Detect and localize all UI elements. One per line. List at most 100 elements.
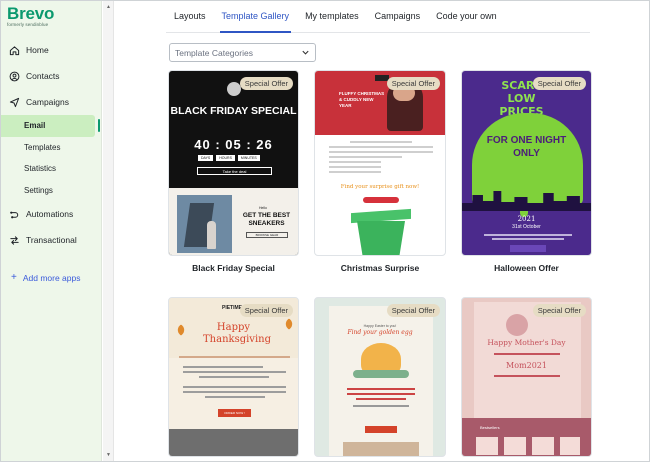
product-thumbnail: [476, 437, 498, 455]
campaign-tabs: Layouts Template Gallery My templates Ca…: [166, 0, 590, 33]
product-thumbnail: [504, 437, 526, 455]
template-card-christmas[interactable]: Special Offer FLUFFY CHRISTMAS & CUDDLY …: [314, 70, 446, 256]
sidebar-item-label: Home: [26, 45, 49, 55]
send-icon: [9, 97, 20, 108]
sidebar-item-label: Transactional: [26, 235, 77, 245]
template-categories-placeholder: Template Categories: [175, 47, 253, 58]
easter-button: [365, 426, 397, 433]
browse-gear-button: BROWSE GEAR: [246, 232, 288, 238]
brand-logo[interactable]: Brevo formerly sendinblue: [7, 4, 55, 28]
add-more-apps-label: Add more apps: [22, 272, 81, 283]
template-title[interactable]: Christmas Surprise: [314, 263, 446, 273]
body-text-line: [492, 238, 564, 240]
sidebar-item-transactional[interactable]: Transactional: [1, 227, 101, 253]
special-offer-badge: Special Offer: [386, 77, 440, 90]
flower-icon: [506, 314, 528, 336]
template-title[interactable]: Halloween Offer: [461, 263, 592, 273]
gift-button: [363, 197, 399, 203]
divider: [494, 353, 560, 355]
template-card-easter[interactable]: Special Offer Happy Easter to you! Find …: [314, 297, 446, 457]
promo-greeting: Hello: [259, 206, 267, 210]
template-heading: Happy Mother's Day: [487, 338, 566, 347]
template-heading: Find your golden egg: [347, 329, 413, 336]
sidebar-item-automations[interactable]: Automations: [1, 201, 101, 227]
product-thumbnail: [560, 437, 580, 455]
photo-person: [207, 221, 216, 249]
event-year: 2021: [517, 215, 536, 223]
take-deal-button: Take the deal: [197, 167, 272, 175]
plus-icon: +: [11, 272, 17, 283]
automations-icon: [9, 209, 20, 220]
footer-section: [169, 429, 298, 456]
add-more-apps-link[interactable]: + Add more apps: [11, 272, 81, 283]
gift-heading: Find your surprise gift now!: [340, 184, 420, 190]
easter-illustration-base: [353, 370, 409, 378]
countdown-unit: DAYS: [198, 155, 214, 161]
body-text-line: [484, 234, 572, 236]
template-card-halloween[interactable]: Special Offer SCARY LOW PRICES FOR ONE N…: [461, 70, 592, 256]
template-card-thanksgiving[interactable]: Special Offer PIETIME Happy Thanksgiving…: [168, 297, 299, 457]
special-offer-badge: Special Offer: [239, 77, 293, 90]
transactional-icon: [9, 235, 20, 246]
template-categories-select[interactable]: Template Categories: [169, 43, 316, 62]
template-heading: FLUFFY CHRISTMAS & CUDDLY NEW YEAR: [339, 91, 385, 108]
sidebar-scrollbar[interactable]: ▲ ▼: [103, 1, 114, 461]
countdown-units: DAYS HOURS MINUTES: [198, 155, 260, 161]
tab-template-gallery[interactable]: Template Gallery: [214, 0, 298, 33]
sidebar-item-label: Campaigns: [26, 97, 69, 107]
template-heading: Happy Thanksgiving: [203, 322, 271, 345]
special-offer-badge: Special Offer: [532, 77, 586, 90]
brand-logo-icon: [227, 82, 241, 96]
product-images: [343, 442, 419, 456]
body-text-lines: [329, 141, 433, 176]
tab-layouts[interactable]: Layouts: [166, 0, 214, 32]
special-offer-badge: Special Offer: [386, 304, 440, 317]
sidebar-item-contacts[interactable]: Contacts: [1, 63, 101, 89]
countdown-unit: HOURS: [216, 155, 235, 161]
countdown-unit: MINUTES: [237, 155, 260, 161]
sidebar-item-campaigns[interactable]: Campaigns: [1, 89, 101, 115]
sidebar-nav: Home Contacts Campaigns Email Templates …: [1, 37, 101, 253]
template-heading: BLACK FRIDAY SPECIAL: [170, 105, 297, 117]
countdown-timer: 40 : 05 : 26: [194, 137, 273, 152]
divider: [179, 356, 290, 358]
tab-code-your-own[interactable]: Code your own: [428, 0, 505, 32]
sidebar-item-home[interactable]: Home: [1, 37, 101, 63]
scroll-down-icon[interactable]: ▼: [106, 452, 111, 458]
special-offer-badge: Special Offer: [532, 304, 586, 317]
brand-name: Brevo: [7, 4, 55, 23]
scroll-up-icon[interactable]: ▲: [106, 4, 111, 10]
sneakers-heading: GET THE BEST SNEAKERS: [242, 212, 291, 227]
sidebar-item-label: Contacts: [26, 71, 60, 81]
template-card-black-friday[interactable]: Special Offer BLACK FRIDAY SPECIAL 40 : …: [168, 70, 299, 256]
divider: [494, 375, 560, 377]
gift-box-lid: [351, 208, 411, 224]
mothers-day-content: [474, 302, 581, 418]
sneakers-section: Hello GET THE BEST SNEAKERS BROWSE GEAR: [169, 188, 298, 255]
sidebar-subitem-statistics[interactable]: Statistics: [1, 158, 101, 180]
sidebar-item-label: Automations: [26, 209, 74, 219]
building-photo: [177, 195, 232, 253]
brand-tagline: formerly sendinblue: [7, 22, 49, 27]
tab-my-templates[interactable]: My templates: [297, 0, 367, 32]
home-icon: [9, 45, 20, 56]
template-title[interactable]: Black Friday Special: [168, 263, 299, 273]
product-thumbnail: [532, 437, 554, 455]
chevron-down-icon: [302, 50, 309, 55]
order-now-button: ORDER NOW !: [218, 409, 251, 417]
tab-campaigns[interactable]: Campaigns: [367, 0, 429, 32]
bestsellers-heading: Bestsellers: [480, 425, 500, 430]
contacts-icon: [9, 71, 20, 82]
gift-box-icon: [357, 221, 405, 255]
special-offer-badge: Special Offer: [239, 304, 293, 317]
template-subheading: FOR ONE NIGHT ONLY: [486, 135, 567, 159]
event-date: 31st October: [512, 224, 541, 230]
template-intro: Happy Easter to you!: [363, 324, 397, 328]
template-card-mothers-day[interactable]: Special Offer Happy Mother's Day Mom2021…: [461, 297, 592, 457]
sidebar: Brevo formerly sendinblue Home Contacts …: [1, 1, 102, 461]
sidebar-subitem-email[interactable]: Email: [1, 115, 100, 137]
template-subheading: Mom2021: [506, 361, 547, 370]
sidebar-subitem-templates[interactable]: Templates: [1, 137, 101, 159]
halloween-button: [510, 245, 546, 252]
sidebar-subitem-settings[interactable]: Settings: [1, 180, 101, 202]
